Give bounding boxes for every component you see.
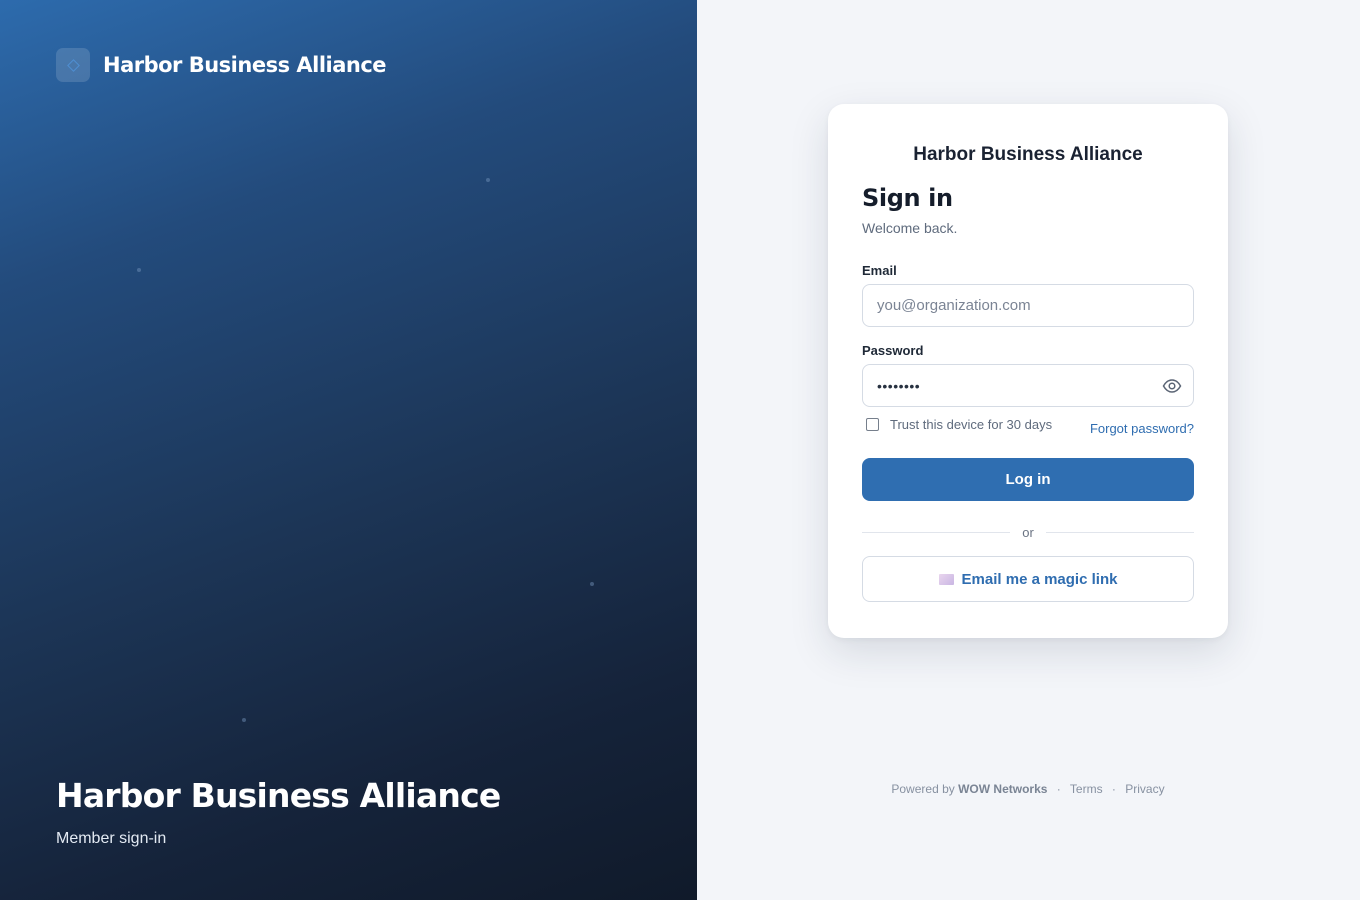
eye-icon[interactable] [1162,377,1182,395]
options-row: Trust this device for 30 days Forgot pas… [862,417,1194,436]
trust-device-label: Trust this device for 30 days [890,417,1053,432]
powered-by-brand[interactable]: WOW Networks [958,782,1047,796]
footer-separator: · [1111,782,1116,796]
email-label: Email [862,263,897,278]
email-placeholder: you@organization.com [877,297,1031,314]
trust-device-option[interactable]: Trust this device for 30 days [862,417,1052,432]
password-value: •••••••• [877,377,921,394]
forgot-password-link[interactable]: Forgot password? [1090,421,1194,436]
login-button[interactable]: Log in [862,458,1194,501]
envelope-icon [938,573,954,585]
privacy-link[interactable]: Privacy [1125,782,1164,796]
footer: Powered by WOW Networks · Terms · Privac… [828,782,1228,796]
hero-subtitle: Member sign-in [56,830,167,847]
card-org-name: Harbor Business Alliance [913,144,1143,165]
hero-title: Harbor Business Alliance [56,776,501,815]
page-title: Sign in [862,184,953,212]
sign-in-card: Harbor Business Alliance Sign in Welcome… [828,104,1228,638]
decorative-dot [137,268,141,272]
hero-panel: Harbor Business Alliance Harbor Business… [0,0,697,900]
divider-line [862,532,1011,533]
decorative-dot [486,178,490,182]
password-label: Password [862,343,924,358]
trust-device-checkbox[interactable] [866,418,879,431]
footer-separator: · [1056,782,1061,796]
hero-brand: Harbor Business Alliance [56,48,387,82]
decorative-dot [242,718,246,722]
hero-brand-name: Harbor Business Alliance [103,53,387,77]
diamond-logo-icon [56,48,90,82]
or-divider: or [862,525,1194,540]
divider-line [1045,532,1194,533]
email-field[interactable]: you@organization.com [862,284,1194,327]
welcome-text: Welcome back. [862,220,958,236]
decorative-dot [590,582,594,586]
password-field[interactable]: •••••••• [862,364,1194,407]
magic-link-label: Email me a magic link [961,570,1118,588]
magic-link-button[interactable]: Email me a magic link [862,556,1194,602]
divider-text: or [1022,525,1034,540]
powered-by-prefix: Powered by [891,782,955,796]
terms-link[interactable]: Terms [1070,782,1103,796]
